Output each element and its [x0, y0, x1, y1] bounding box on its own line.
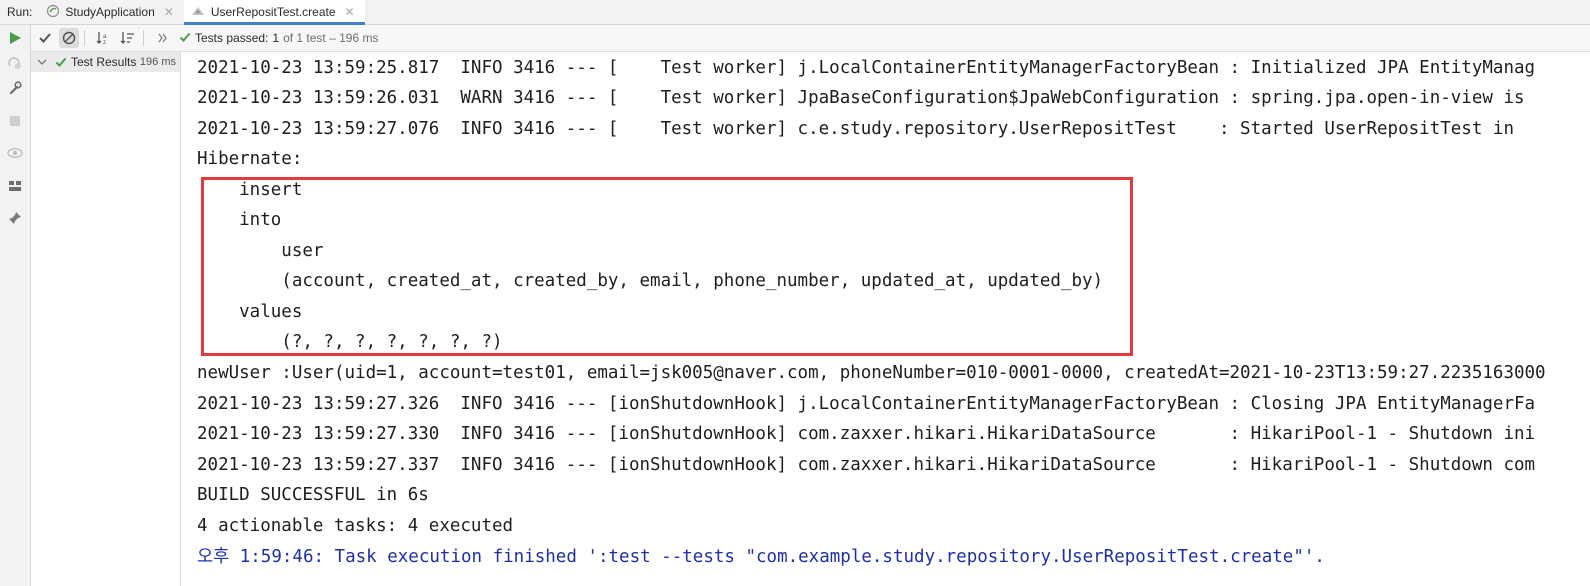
console-line: 2021-10-23 13:59:26.031 WARN 3416 --- [ …: [197, 88, 1525, 108]
console-line: 4 actionable tasks: 4 executed: [197, 516, 514, 536]
tab-label: UserRepositTest.create: [210, 5, 336, 19]
passed-check-icon: [179, 31, 191, 46]
left-action-toolbar: [0, 25, 31, 586]
toolbar-divider: [143, 30, 144, 46]
console-line: 2021-10-23 13:59:25.817 INFO 3416 --- [ …: [197, 58, 1536, 78]
close-icon[interactable]: ✕: [164, 5, 174, 19]
console-line: 2021-10-23 13:59:27.076 INFO 3416 --- [ …: [197, 119, 1514, 139]
tab-label: StudyApplication: [65, 5, 155, 19]
tree-item-duration: 196 ms: [139, 56, 176, 68]
console-line: BUILD SUCCESSFUL in 6s: [197, 485, 429, 505]
run-label: Run:: [7, 5, 33, 19]
close-icon[interactable]: ✕: [345, 5, 355, 19]
stop-icon[interactable]: [7, 113, 23, 129]
test-run-icon: [190, 4, 206, 21]
svg-text:z: z: [103, 40, 106, 45]
run-tab-bar: Run: StudyApplication ✕ UserRepositTest.…: [0, 0, 1590, 25]
tree-item-test-results[interactable]: Test Results 196 ms: [31, 52, 180, 72]
run-tool-window: Run: StudyApplication ✕ UserRepositTest.…: [0, 0, 1590, 586]
tab-study-application[interactable]: StudyApplication ✕: [40, 0, 183, 24]
console-line: 2021-10-23 13:59:27.326 INFO 3416 --- [i…: [197, 394, 1536, 414]
toolbar-divider: [84, 30, 85, 46]
test-status: Tests passed: 1 of 1 test – 196 ms: [179, 31, 378, 46]
console-line: 2021-10-23 13:59:27.330 INFO 3416 --- [i…: [197, 424, 1536, 444]
console-line: newUser :User(uid=1, account=test01, ema…: [197, 363, 1546, 383]
console-line-system-message: 오후 1:59:46: Task execution finished ':te…: [197, 547, 1325, 567]
pin-icon[interactable]: [7, 210, 23, 226]
show-ignored-icon[interactable]: [59, 28, 79, 48]
wrench-icon[interactable]: [7, 80, 23, 96]
rerun-icon[interactable]: [7, 30, 23, 46]
layout-icon[interactable]: [7, 178, 23, 194]
status-prefix: Tests passed:: [195, 31, 269, 45]
show-passed-icon[interactable]: [35, 28, 55, 48]
spring-app-icon: [46, 4, 60, 21]
rerun-failed-icon[interactable]: [7, 55, 23, 71]
tab-user-reposit-test-create[interactable]: UserRepositTest.create ✕: [183, 0, 365, 25]
test-results-toolbar: a z Tests passed: 1 of 1 test – 196 ms: [31, 25, 1590, 52]
status-detail: of 1 test – 196 ms: [283, 31, 379, 45]
status-count: 1: [272, 31, 280, 45]
console-output[interactable]: 2021-10-23 13:59:25.817 INFO 3416 --- [ …: [181, 52, 1590, 586]
sql-highlight-box: [201, 177, 1133, 356]
sort-alphabetically-icon[interactable]: a z: [94, 28, 114, 48]
eye-icon[interactable]: [7, 145, 23, 161]
test-tree: Test Results 196 ms: [31, 52, 181, 586]
tree-item-label: Test Results: [71, 55, 137, 69]
more-actions-icon[interactable]: [153, 28, 173, 48]
passed-check-icon: [55, 56, 67, 68]
sort-by-duration-icon[interactable]: [118, 28, 138, 48]
console-line: Hibernate:: [197, 149, 313, 169]
console-line: 2021-10-23 13:59:27.337 INFO 3416 --- [i…: [197, 455, 1536, 475]
chevron-down-icon[interactable]: [37, 58, 49, 66]
